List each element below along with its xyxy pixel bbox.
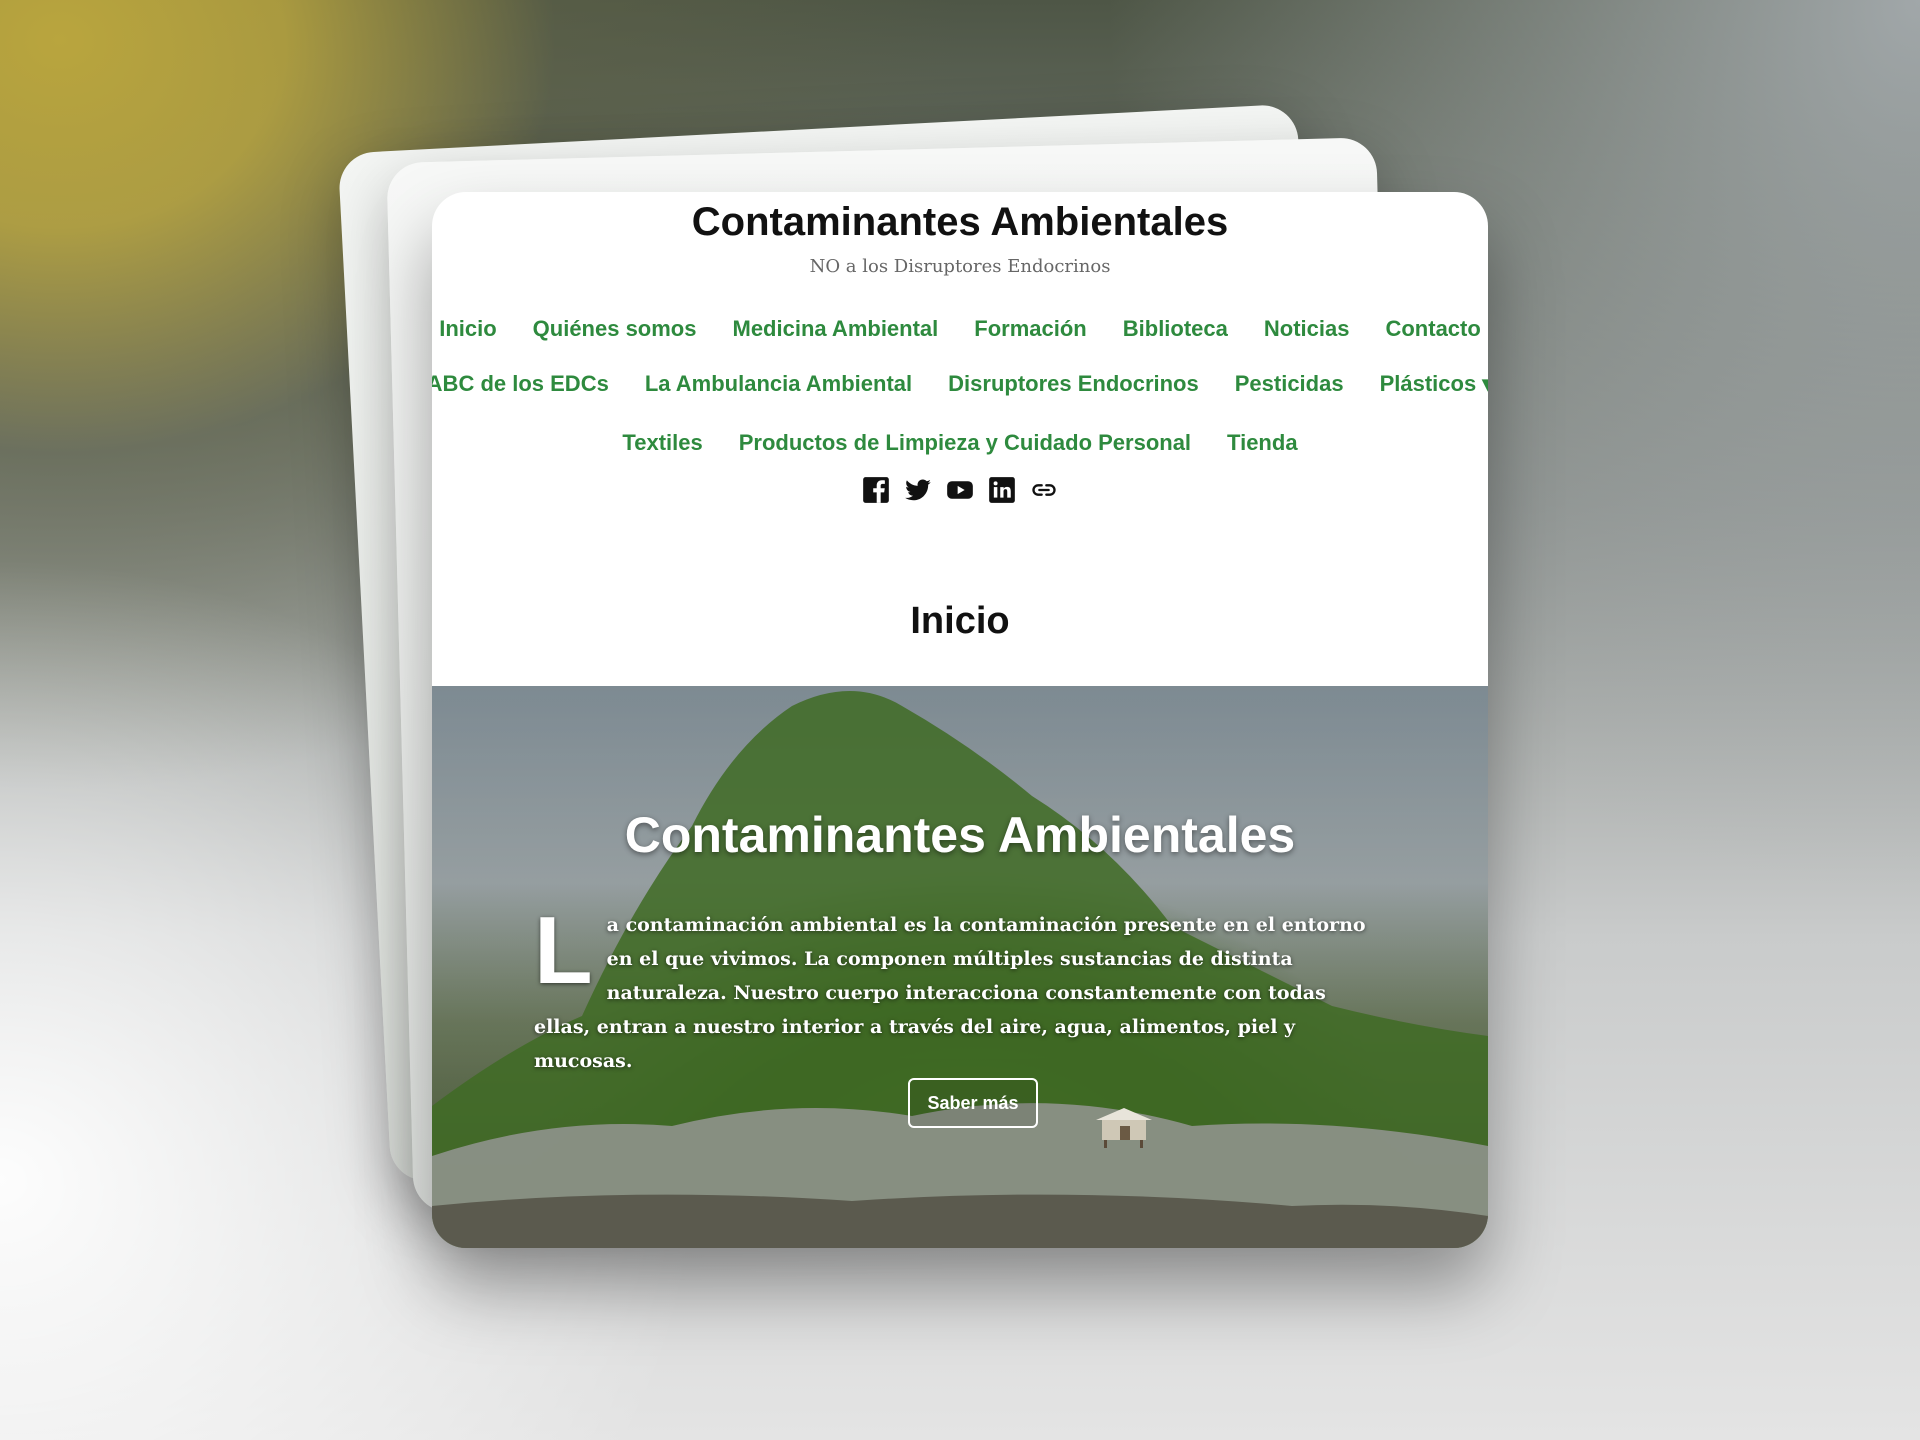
nav-biblioteca[interactable]: Biblioteca [1123, 316, 1228, 342]
nav-noticias[interactable]: Noticias [1264, 316, 1350, 342]
saber-mas-button[interactable]: Saber más [908, 1078, 1038, 1128]
hero-body: a contaminación ambiental es la contamin… [534, 914, 1366, 1072]
secondary-nav: ABC de los EDCs La Ambulancia Ambiental … [432, 371, 1488, 397]
nav-disruptores-endocrinos[interactable]: Disruptores Endocrinos [948, 371, 1199, 397]
nav-productos-limpieza[interactable]: Productos de Limpieza y Cuidado Personal [739, 430, 1191, 456]
nav-abc-edcs[interactable]: ABC de los EDCs [432, 371, 609, 397]
nav-ambulancia-ambiental[interactable]: La Ambulancia Ambiental [645, 371, 912, 397]
hero-paragraph: L a contaminación ambiental es la contam… [534, 897, 1384, 1078]
twitter-icon[interactable] [904, 476, 932, 504]
hero-section: Contaminantes Ambientales L a contaminac… [432, 686, 1488, 1248]
nav-inicio[interactable]: Inicio [439, 316, 496, 342]
page-title: Inicio [910, 600, 1010, 642]
social-links [432, 476, 1488, 504]
link-icon[interactable] [1030, 476, 1058, 504]
nav-tienda[interactable]: Tienda [1227, 430, 1298, 456]
hut-icon [1096, 1108, 1152, 1148]
facebook-icon[interactable] [862, 476, 890, 504]
tertiary-nav: Textiles Productos de Limpieza y Cuidado… [432, 430, 1488, 456]
nav-quienes-somos[interactable]: Quiénes somos [533, 316, 697, 342]
primary-nav: Inicio Quiénes somos Medicina Ambiental … [432, 316, 1488, 342]
site-title[interactable]: Contaminantes Ambientales [432, 200, 1488, 245]
nav-pesticidas[interactable]: Pesticidas [1235, 371, 1344, 397]
nav-plasticos[interactable]: Plásticos ▾ [1380, 371, 1488, 397]
hero-title: Contaminantes Ambientales [624, 807, 1296, 863]
nav-textiles[interactable]: Textiles [622, 430, 702, 456]
nav-contacto[interactable]: Contacto [1385, 316, 1480, 342]
site-tagline: NO a los Disruptores Endocrinos [809, 256, 1111, 277]
nav-medicina-ambiental[interactable]: Medicina Ambiental [733, 316, 939, 342]
hero-dropcap: L [534, 897, 593, 1004]
linkedin-icon[interactable] [988, 476, 1016, 504]
nav-formacion[interactable]: Formación [974, 316, 1086, 342]
website-card: Contaminantes Ambientales NO a los Disru… [432, 192, 1488, 1248]
youtube-icon[interactable] [946, 476, 974, 504]
